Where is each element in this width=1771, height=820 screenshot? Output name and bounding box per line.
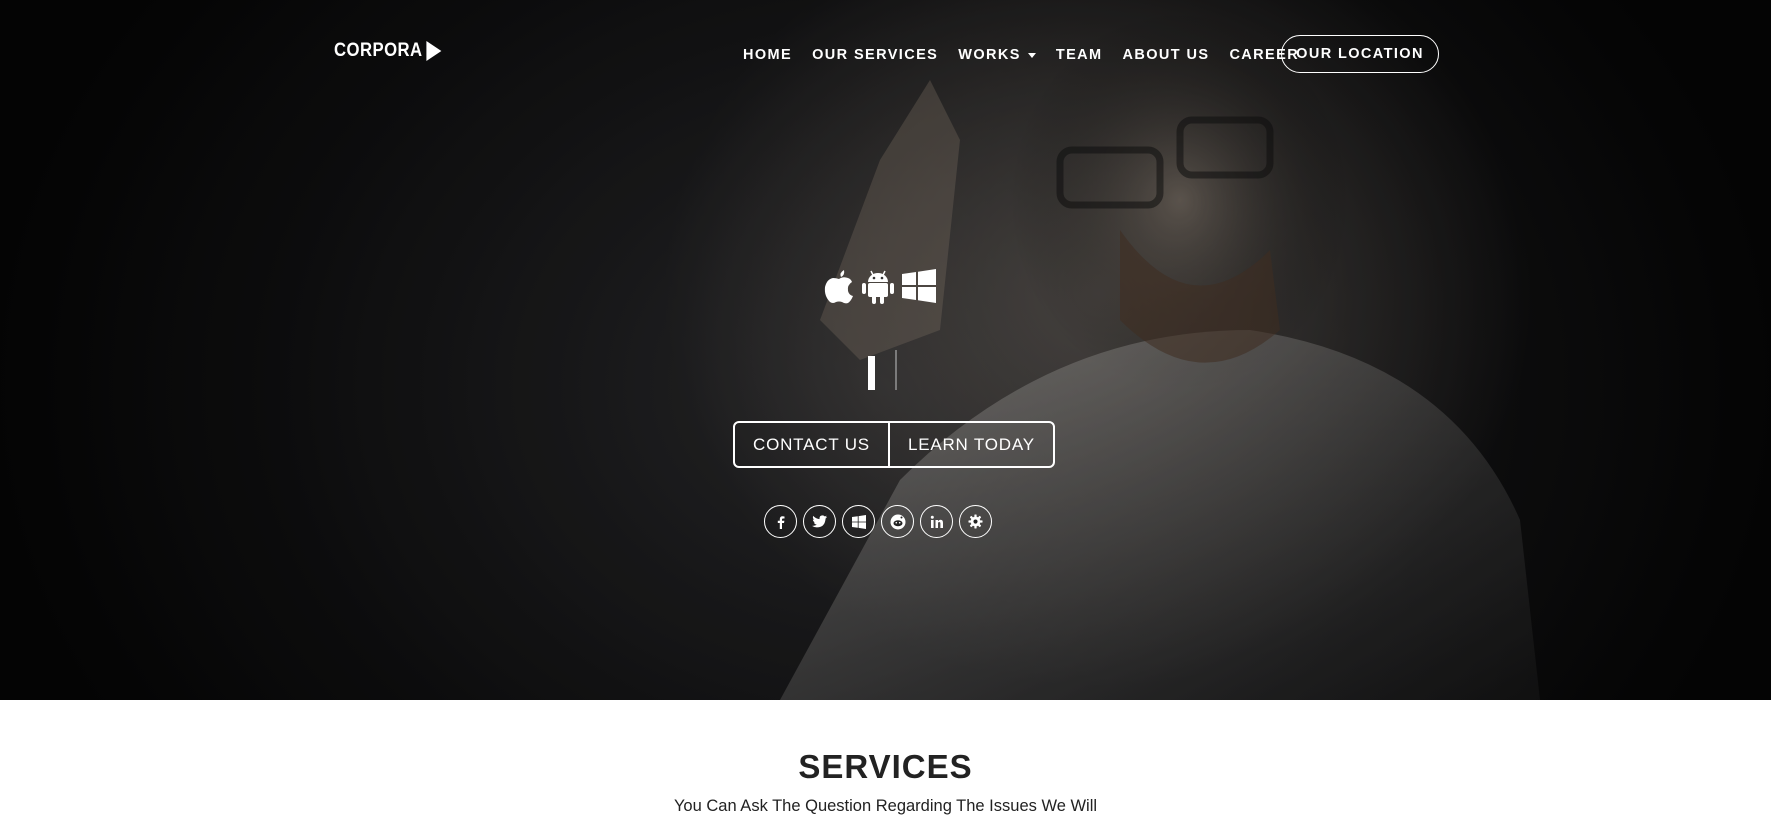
android-icon [862,270,894,304]
apple-icon [824,270,853,304]
facebook-icon [777,515,784,529]
reddit-icon [890,514,905,529]
play-icon [426,41,442,61]
typing-cursor [868,356,875,390]
nav-item-home[interactable]: HOME [733,47,802,63]
windows-icon [902,269,936,303]
twitter-link[interactable] [803,505,836,538]
linkedin-icon [930,515,943,528]
services-section: SERVICES You Can Ask The Question Regard… [0,700,1771,820]
learn-today-button[interactable]: LEARN TODAY [887,423,1053,466]
windows-link[interactable] [842,505,875,538]
windows-icon [851,514,866,529]
typing-caret [895,350,897,390]
nav-item-label: HOME [743,47,793,63]
brand-name: CORPORA [334,40,423,61]
contact-us-button[interactable]: CONTACT US [735,423,888,466]
settings-icon [968,514,983,529]
nav-item-label: TEAM [1055,47,1103,63]
hero-button-group: CONTACT US LEARN TODAY [733,421,1055,468]
nav-item-label: ABOUT US [1122,47,1210,63]
hero-section: CORPORA HOME OUR SERVICES WORKS TEAM ABO… [0,0,1771,700]
nav-item-team[interactable]: TEAM [1046,47,1113,63]
social-links [764,505,992,538]
facebook-link[interactable] [764,505,797,538]
nav-item-works-dropdown[interactable]: WORKS [948,47,1046,63]
caret-down-icon [1027,52,1036,58]
services-title: SERVICES [798,748,973,785]
brand-logo[interactable]: CORPORA [334,40,442,62]
linkedin-link[interactable] [920,505,953,538]
reddit-link[interactable] [881,505,914,538]
nav-item-label: WORKS [958,47,1021,63]
nav-item-our-services[interactable]: OUR SERVICES [802,47,948,63]
nav-item-label: OUR SERVICES [812,47,939,63]
twitter-icon [812,515,827,528]
typed-text-cursor [868,350,897,390]
our-location-button[interactable]: OUR LOCATION [1281,35,1439,73]
main-nav: HOME OUR SERVICES WORKS TEAM ABOUT US CA… [733,35,1309,75]
nav-item-about-us[interactable]: ABOUT US [1113,47,1220,63]
services-subtitle: You Can Ask The Question Regarding The I… [673,797,1098,815]
settings-link[interactable] [959,505,992,538]
platform-icons [824,268,936,304]
